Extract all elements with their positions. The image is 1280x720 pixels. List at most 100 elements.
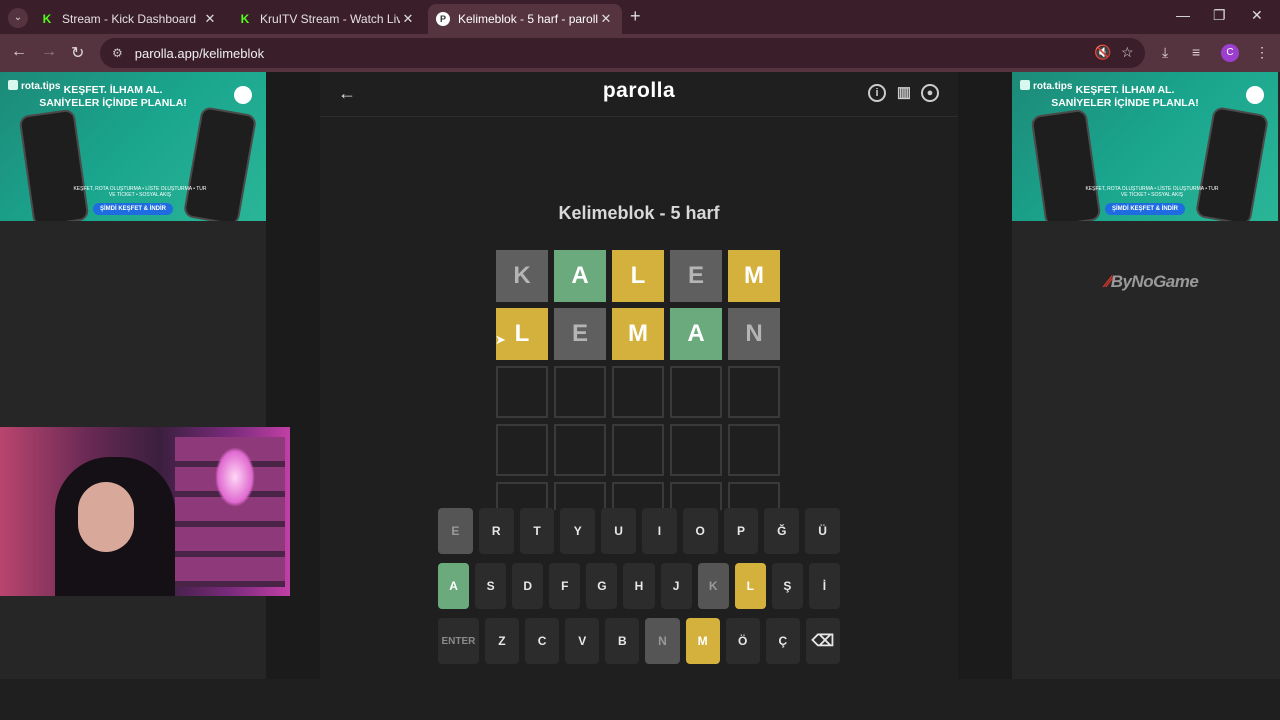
ad-headline: KEŞFET. İLHAM AL. SANİYELER İÇİNDE PLANL…	[1012, 84, 1278, 110]
key-z[interactable]: Z	[484, 618, 520, 664]
lamp-glow	[215, 447, 255, 507]
key-u[interactable]: U	[601, 508, 636, 554]
key-t[interactable]: T	[519, 508, 555, 554]
letter-tile: A	[670, 308, 722, 360]
forward-arrow-icon[interactable]: →	[41, 43, 57, 61]
letter-tile	[670, 424, 722, 476]
maximize-icon[interactable]: ❐	[1213, 7, 1226, 24]
letter-tile	[728, 424, 780, 476]
bookmark-star-icon[interactable]: ☆	[1121, 44, 1134, 61]
address-bar[interactable]: ⚙ parolla.app/kelimeblok	[100, 38, 1145, 68]
download-icon[interactable]: ⤓	[1162, 44, 1168, 61]
key-e[interactable]: E	[438, 508, 473, 554]
key-s[interactable]: S	[475, 563, 507, 609]
key-b[interactable]: B	[605, 618, 640, 664]
enter-key[interactable]: ENTER	[437, 618, 479, 664]
tab-kick-dashboard[interactable]: K Stream - Kick Dashboard ✕	[32, 4, 226, 34]
board-row	[496, 366, 782, 418]
key-d[interactable]: D	[512, 563, 544, 609]
key-l[interactable]: L	[734, 563, 766, 609]
tab-kelimeblok[interactable]: P Kelimeblok - 5 harf - parolla - Kelime…	[428, 4, 622, 34]
bynogame-logo: ⁄⁄ByNoGame	[1106, 272, 1199, 291]
tab-title: KruITV Stream - Watch Live on Kick	[260, 12, 400, 26]
close-icon[interactable]: ✕	[202, 11, 218, 27]
board-row	[496, 482, 782, 510]
ad-headline-line2: SANİYELER İÇİNDE PLANLA!	[1051, 97, 1199, 109]
site-logo[interactable]: parolla	[320, 79, 958, 103]
game-header: ← parolla i ▥ ●	[320, 72, 958, 117]
window-close-icon[interactable]: ✕	[1251, 7, 1263, 24]
ad-caption: KEŞFET, ROTA OLUŞTURMA • LİSTE OLUŞTURMA…	[1085, 186, 1219, 198]
stats-icon[interactable]: ▥	[895, 84, 913, 102]
key-c[interactable]: C	[525, 618, 560, 664]
board-row: LEMAN	[496, 308, 782, 360]
key-r[interactable]: R	[478, 508, 514, 554]
phone-mockup	[182, 105, 258, 221]
ad-cta-button[interactable]: ŞİMDİ KEŞFET & İNDİR	[93, 203, 173, 215]
key-m[interactable]: M	[685, 618, 720, 664]
page-viewport: rota.tips KEŞFET. İLHAM AL. SANİYELER İÇ…	[0, 72, 1280, 679]
key-h[interactable]: H	[623, 563, 655, 609]
reading-list-icon[interactable]: ≡	[1192, 44, 1200, 60]
tab-title: Stream - Kick Dashboard	[62, 12, 197, 26]
key-i̇[interactable]: İ	[808, 563, 841, 609]
key-ç[interactable]: Ç	[765, 618, 800, 664]
letter-tile	[670, 482, 722, 510]
key-ğ[interactable]: Ğ	[764, 508, 800, 554]
close-icon[interactable]: ✕	[400, 11, 416, 27]
letter-tile: E	[554, 308, 606, 360]
letter-tile	[554, 482, 606, 510]
key-i[interactable]: I	[642, 508, 677, 554]
menu-kebab-icon[interactable]: ⋮	[1255, 44, 1269, 61]
key-ü[interactable]: Ü	[805, 508, 840, 554]
account-icon[interactable]: ●	[921, 84, 939, 102]
letter-tile	[728, 482, 780, 510]
minimize-icon[interactable]: —	[1176, 7, 1190, 23]
key-f[interactable]: F	[549, 563, 581, 609]
ad-toggle-dot	[1246, 86, 1264, 104]
key-o[interactable]: O	[682, 508, 718, 554]
key-a[interactable]: A	[437, 563, 470, 609]
backspace-key[interactable]: ⌫	[805, 618, 841, 664]
letter-tile	[496, 482, 548, 510]
site-info-icon[interactable]: ⚙	[112, 46, 123, 60]
back-arrow-icon[interactable]: ←	[11, 43, 27, 61]
key-p[interactable]: P	[723, 508, 759, 554]
rota-tips-ad-right[interactable]: rota.tips KEŞFET. İLHAM AL. SANİYELER İÇ…	[1012, 72, 1278, 221]
info-icon[interactable]: i	[868, 84, 886, 102]
key-ö[interactable]: Ö	[725, 618, 760, 664]
right-sidebar: rota.tips KEŞFET. İLHAM AL. SANİYELER İÇ…	[1012, 72, 1280, 679]
tab-kruitv-stream[interactable]: K KruITV Stream - Watch Live on Kick ✕	[230, 4, 424, 34]
new-tab-button[interactable]: +	[630, 6, 641, 27]
muted-tab-icon[interactable]: 🔇	[1094, 44, 1111, 61]
kick-icon: K	[240, 12, 250, 26]
key-ş[interactable]: Ş	[771, 563, 803, 609]
letter-tile: M	[612, 308, 664, 360]
letter-tile	[728, 366, 780, 418]
close-icon[interactable]: ✕	[598, 11, 614, 27]
key-k[interactable]: K	[697, 563, 729, 609]
key-g[interactable]: G	[586, 563, 618, 609]
game-board: KALEMLEMAN	[496, 250, 782, 510]
ad-headline: KEŞFET. İLHAM AL. SANİYELER İÇİNDE PLANL…	[0, 84, 266, 110]
key-j[interactable]: J	[660, 563, 692, 609]
letter-tile	[554, 424, 606, 476]
streamer-face	[78, 482, 134, 552]
letter-tile	[612, 424, 664, 476]
rota-tips-ad-left[interactable]: rota.tips KEŞFET. İLHAM AL. SANİYELER İÇ…	[0, 72, 266, 221]
key-v[interactable]: V	[565, 618, 600, 664]
letter-tile	[496, 424, 548, 476]
game-title: Kelimeblok - 5 harf	[558, 203, 720, 223]
letter-tile	[670, 366, 722, 418]
key-y[interactable]: Y	[560, 508, 596, 554]
browser-window: ⌄ K Stream - Kick Dashboard ✕ K KruITV S…	[0, 0, 1280, 720]
ad-cta-button[interactable]: ŞİMDİ KEŞFET & İNDİR	[1105, 203, 1185, 215]
reload-icon[interactable]: ↻	[71, 43, 84, 63]
profile-avatar[interactable]: C	[1221, 44, 1239, 62]
keyboard-row: ENTER Z C V B N M Ö Ç ⌫	[437, 618, 841, 664]
url-text: parolla.app/kelimeblok	[134, 45, 265, 61]
game-panel: ← parolla i ▥ ● Kelimeblok - 5 harf KALE…	[320, 72, 958, 679]
tab-search-button[interactable]: ⌄	[8, 8, 28, 28]
parolla-icon: P	[436, 12, 450, 26]
key-n[interactable]: N	[645, 618, 680, 664]
